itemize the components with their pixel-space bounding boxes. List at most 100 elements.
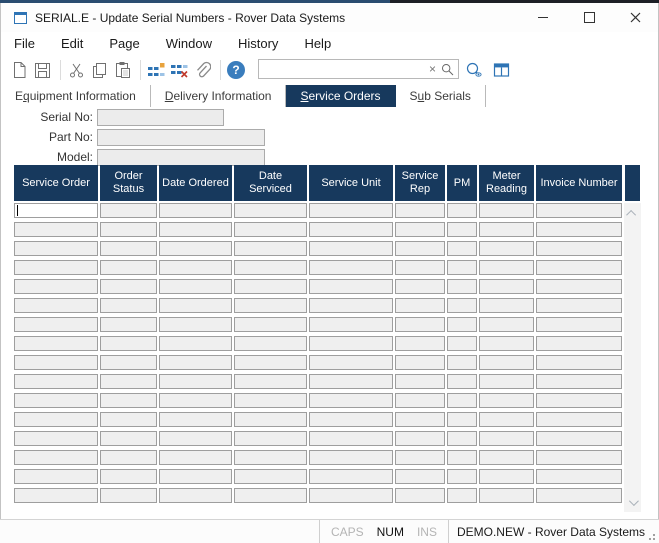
grid-cell[interactable] [234, 469, 307, 484]
layout-view-button[interactable] [491, 60, 511, 80]
grid-cell[interactable] [234, 203, 307, 218]
grid-cell[interactable] [100, 393, 157, 408]
grid-cell[interactable] [536, 317, 622, 332]
grid-cell[interactable] [100, 374, 157, 389]
grid-cell[interactable] [395, 260, 445, 275]
grid-cell[interactable] [536, 298, 622, 313]
grid-cell[interactable] [14, 317, 98, 332]
column-header[interactable]: Invoice Number [536, 165, 622, 201]
search-input[interactable] [259, 62, 424, 76]
menu-history[interactable]: History [231, 34, 285, 53]
grid-cell[interactable] [100, 336, 157, 351]
grid-cell[interactable] [234, 488, 307, 503]
grid-cell[interactable] [447, 279, 477, 294]
grid-cell[interactable] [159, 431, 232, 446]
grid-cell[interactable] [447, 450, 477, 465]
grid-cell[interactable] [159, 393, 232, 408]
column-header[interactable]: Service Rep [395, 165, 445, 201]
grid-cell[interactable] [395, 241, 445, 256]
minimize-button[interactable] [520, 3, 566, 32]
grid-cell[interactable] [309, 431, 393, 446]
grid-cell[interactable] [100, 203, 157, 218]
grid-cell[interactable] [536, 450, 622, 465]
grid-cell[interactable] [479, 203, 534, 218]
grid-cell[interactable] [234, 450, 307, 465]
grid-cell[interactable] [100, 298, 157, 313]
grid-cell[interactable] [234, 298, 307, 313]
grid-cell[interactable] [447, 374, 477, 389]
grid-cell[interactable] [395, 203, 445, 218]
paste-button[interactable] [112, 60, 132, 81]
grid-cell[interactable] [14, 222, 98, 237]
grid-cell[interactable] [536, 431, 622, 446]
grid-cell[interactable] [536, 203, 622, 218]
grid-cell[interactable] [159, 260, 232, 275]
grid-cell[interactable] [447, 355, 477, 370]
vertical-scrollbar[interactable] [624, 203, 641, 512]
part-no-field[interactable] [97, 129, 265, 146]
grid-cell[interactable] [447, 222, 477, 237]
grid-cell[interactable] [159, 469, 232, 484]
grid-cell[interactable] [159, 355, 232, 370]
column-header[interactable]: Service Order [14, 165, 98, 201]
column-header[interactable]: Order Status [100, 165, 157, 201]
grid-cell[interactable] [395, 279, 445, 294]
grid-cell[interactable] [100, 260, 157, 275]
grid-cell[interactable] [479, 431, 534, 446]
grid-cell[interactable] [395, 412, 445, 427]
grid-cell[interactable] [159, 374, 232, 389]
grid-cell[interactable] [14, 279, 98, 294]
tab-service-orders[interactable]: Service Orders [286, 85, 395, 107]
column-header[interactable]: Date Serviced [234, 165, 307, 201]
grid-cell[interactable] [14, 355, 98, 370]
grid-cell[interactable] [309, 317, 393, 332]
column-header[interactable]: Date Ordered [159, 165, 232, 201]
tab-delivery-information[interactable]: Delivery Information [151, 85, 287, 107]
grid-cell[interactable] [536, 412, 622, 427]
grid-cell[interactable] [309, 260, 393, 275]
grid-cell[interactable] [536, 336, 622, 351]
grid-cell[interactable] [159, 412, 232, 427]
grid-cell[interactable] [14, 260, 98, 275]
grid-cell[interactable] [234, 374, 307, 389]
grid-cell[interactable] [536, 393, 622, 408]
search-clear-icon[interactable]: × [429, 63, 436, 75]
grid-cell[interactable] [234, 260, 307, 275]
column-header[interactable]: Meter Reading [479, 165, 534, 201]
grid-cell[interactable] [159, 203, 232, 218]
grid-cell[interactable] [479, 412, 534, 427]
menu-window[interactable]: Window [159, 34, 219, 53]
grid-cell[interactable] [479, 298, 534, 313]
menu-help[interactable]: Help [297, 34, 338, 53]
grid-cell[interactable] [14, 298, 98, 313]
save-button[interactable] [32, 60, 52, 81]
menu-edit[interactable]: Edit [54, 34, 90, 53]
grid-cell[interactable] [447, 412, 477, 427]
grid-cell[interactable] [536, 374, 622, 389]
grid-cell[interactable] [100, 450, 157, 465]
grid-cell[interactable] [479, 393, 534, 408]
grid-cell[interactable] [100, 431, 157, 446]
grid-cell[interactable] [14, 203, 98, 218]
grid-cell[interactable] [479, 336, 534, 351]
grid-cell[interactable] [447, 431, 477, 446]
grid-cell[interactable] [395, 336, 445, 351]
grid-cell[interactable] [100, 222, 157, 237]
grid-cell[interactable] [479, 260, 534, 275]
grid-cell[interactable] [395, 298, 445, 313]
grid-cell[interactable] [309, 279, 393, 294]
scroll-down-button[interactable] [624, 494, 641, 510]
grid-cell[interactable] [479, 450, 534, 465]
grid-cell[interactable] [14, 393, 98, 408]
tab-equipment-information[interactable]: Equipment Information [1, 85, 151, 107]
grid-cell[interactable] [309, 374, 393, 389]
tab-sub-serials[interactable]: Sub Serials [396, 85, 486, 107]
grid-cell[interactable] [159, 241, 232, 256]
grid-cell[interactable] [14, 469, 98, 484]
grid-cell[interactable] [536, 488, 622, 503]
grid-cell[interactable] [395, 355, 445, 370]
grid-cell[interactable] [309, 241, 393, 256]
grid-cell[interactable] [100, 317, 157, 332]
cut-button[interactable] [66, 60, 86, 81]
grid-cell[interactable] [536, 355, 622, 370]
